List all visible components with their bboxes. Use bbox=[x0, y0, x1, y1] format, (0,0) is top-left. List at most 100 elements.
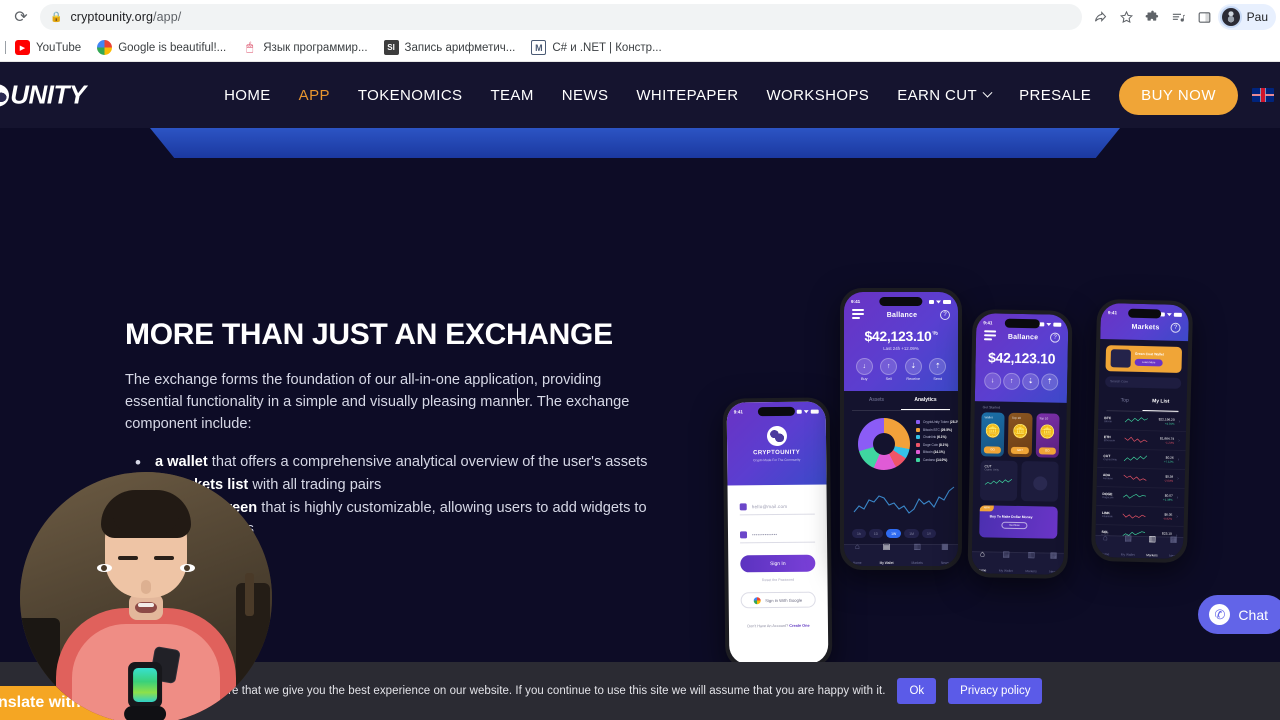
legend-item: CryptoUnity Token (28.2%) bbox=[916, 420, 958, 424]
sign-in-button[interactable]: Sign In bbox=[740, 554, 816, 573]
nav-item-whitepaper[interactable]: WHITEPAPER bbox=[622, 87, 752, 104]
nav-home[interactable]: ⌂ Home bbox=[1101, 533, 1110, 560]
bookmark-star-icon[interactable] bbox=[1114, 4, 1140, 30]
buy-now-button[interactable]: BUY NOW bbox=[1119, 75, 1238, 115]
messenger-chat-widget[interactable]: ✆ Chat bbox=[1198, 595, 1280, 634]
side-panel-icon[interactable] bbox=[1192, 4, 1218, 30]
action-receive[interactable]: ⇣ Receive bbox=[904, 357, 922, 381]
nav-wallet[interactable]: ▤ My Wallet bbox=[1121, 533, 1136, 559]
table-row[interactable]: ETH Ethereum $1,664.74 -1.24% › bbox=[1097, 429, 1186, 451]
nav-item-workshops[interactable]: WORKSHOPS bbox=[752, 87, 883, 104]
nav-item-app[interactable]: APP bbox=[285, 87, 344, 104]
bookmark-youtube[interactable]: ▶ YouTube bbox=[8, 37, 88, 59]
promo-tag: NEW bbox=[979, 504, 994, 512]
card-button[interactable]: GO bbox=[1038, 446, 1056, 455]
action-receive[interactable]: ⇣ bbox=[1022, 372, 1040, 392]
bookmark-arithmetic[interactable]: SI Запись арифметич... bbox=[377, 37, 523, 59]
action-send[interactable]: ⇡ Send bbox=[929, 357, 947, 381]
nav-item-news[interactable]: NEWS bbox=[548, 87, 623, 104]
cookie-ok-button[interactable]: Ok bbox=[897, 678, 937, 704]
home-card[interactable]: Top 10 🪙 GO bbox=[1035, 412, 1060, 458]
tab-top[interactable]: Top bbox=[1107, 391, 1143, 411]
reset-password-link[interactable]: Reset the Password bbox=[728, 577, 827, 582]
table-row[interactable]: ADA Cardano $0.39 -2.04% › bbox=[1096, 467, 1186, 489]
nav-home[interactable]: ⌂ Home bbox=[978, 549, 987, 575]
nav-home[interactable]: ⌂ Home bbox=[853, 542, 862, 567]
help-icon[interactable]: ? bbox=[1049, 332, 1061, 344]
balance-block: $42,123.10% Last 24h +12.09% bbox=[844, 328, 958, 351]
action-buy[interactable]: ↓ Buy bbox=[855, 357, 873, 381]
nav-markets[interactable]: ▥ Markets bbox=[1025, 550, 1037, 575]
create-account-row[interactable]: Don't Have An Account? Create One bbox=[729, 623, 828, 629]
bookmark-google[interactable]: Google is beautiful!... bbox=[90, 37, 233, 59]
widget-empty[interactable] bbox=[1020, 460, 1059, 502]
share-icon[interactable] bbox=[1088, 4, 1114, 30]
table-row[interactable]: LINK Chainlink $6.05 -0.92% › bbox=[1095, 505, 1185, 527]
card-title: Top 10 bbox=[1039, 415, 1049, 421]
news-icon: ▦ bbox=[941, 541, 949, 551]
phone-mockup-login: 9:41 CRYPTOUNITY Crypto Made For The Com… bbox=[722, 397, 833, 669]
range-1w[interactable]: 1W bbox=[886, 529, 902, 538]
uk-flag-icon[interactable] bbox=[1252, 88, 1274, 102]
search-input[interactable]: Search Coin bbox=[1105, 375, 1182, 389]
help-icon[interactable]: ? bbox=[940, 310, 950, 321]
nav-news[interactable]: ▦ News bbox=[1169, 534, 1178, 559]
nav-markets[interactable]: ▥ Markets bbox=[912, 542, 923, 567]
nav-item-tokenomics[interactable]: TOKENOMICS bbox=[344, 87, 477, 104]
profile-chip[interactable]: Pau bbox=[1217, 4, 1276, 30]
widget-cut[interactable]: CUT Crypto Unity bbox=[979, 459, 1018, 501]
bookmark-csharp-net[interactable]: M C# и .NET | Констр... bbox=[524, 37, 668, 59]
range-1d[interactable]: 1D bbox=[868, 529, 884, 538]
nav-news[interactable]: ▦ News bbox=[941, 541, 949, 567]
media-list-icon[interactable] bbox=[1166, 4, 1192, 30]
promo-banner[interactable]: NEW Buy To Make Dollar Money Get Now bbox=[979, 504, 1058, 539]
action-sell[interactable]: ↑ bbox=[1003, 372, 1021, 391]
table-row[interactable]: DOGE Dogecoin $0.07 +1.38% › bbox=[1096, 486, 1185, 508]
chevron-right-icon: › bbox=[1177, 475, 1179, 482]
action-buy[interactable]: ↓ bbox=[984, 371, 1002, 391]
menu-icon[interactable] bbox=[852, 309, 864, 322]
menu-icon[interactable] bbox=[983, 330, 997, 343]
profile-name: Pau bbox=[1246, 10, 1268, 24]
nav-markets[interactable]: ▥ Markets bbox=[1146, 534, 1158, 559]
promo-button[interactable]: Learn More bbox=[1134, 358, 1163, 367]
nav-item-earn-cut[interactable]: EARN CUT bbox=[883, 87, 1005, 104]
promo-button[interactable]: Get Now bbox=[1001, 521, 1028, 529]
email-field[interactable]: hello@mail.com bbox=[739, 502, 815, 516]
signal-icon bbox=[929, 299, 934, 304]
promo-banner[interactable]: Green Coat Wallet Learn More bbox=[1105, 344, 1183, 373]
help-icon[interactable]: ? bbox=[1170, 322, 1181, 334]
range-1y[interactable]: 1Y bbox=[921, 529, 937, 538]
reload-icon[interactable]: ⟳ bbox=[6, 4, 36, 30]
bookmark-language-programming[interactable]: 🖱 Язык программир... bbox=[235, 37, 374, 59]
nav-item-home[interactable]: HOME bbox=[210, 87, 285, 104]
extensions-puzzle-icon[interactable] bbox=[1140, 4, 1166, 30]
card-button[interactable]: GET bbox=[1011, 446, 1029, 454]
privacy-policy-button[interactable]: Privacy policy bbox=[948, 678, 1043, 704]
nav-news[interactable]: ▦ News bbox=[1049, 550, 1057, 575]
home-card[interactable]: Top 10 🪙 GET bbox=[1008, 412, 1033, 457]
range-1m[interactable]: 1M bbox=[904, 529, 919, 538]
tab-assets[interactable]: Assets bbox=[852, 391, 901, 410]
range-1h[interactable]: 1h bbox=[852, 529, 866, 538]
action-send[interactable]: ⇡ bbox=[1041, 372, 1059, 392]
bookmarks-bar: ▶ YouTube Google is beautiful!... 🖱 Язык… bbox=[0, 34, 1280, 62]
action-sell[interactable]: ↑ Sell bbox=[880, 357, 898, 381]
tab-my-list[interactable]: My List bbox=[1142, 391, 1179, 412]
quick-actions: ↓ ↑ ⇣ ⇡ bbox=[975, 365, 1068, 403]
youtube-icon: ▶ bbox=[15, 40, 30, 55]
site-logo[interactable]: PT UNITY bbox=[0, 80, 86, 111]
card-button[interactable]: GO bbox=[983, 445, 1002, 454]
nav-item-presale[interactable]: PRESALE bbox=[1005, 87, 1105, 104]
table-row[interactable]: CUT CryptoUnity $0.26 +7.12% › bbox=[1097, 448, 1186, 470]
home-card[interactable]: Wallet 🪙 GO bbox=[980, 411, 1005, 457]
tab-analytics[interactable]: Analytics bbox=[901, 391, 950, 410]
markets-tabs: Top My List bbox=[1106, 390, 1179, 413]
sign-in-google-button[interactable]: Sign in With Google bbox=[740, 591, 816, 609]
nav-wallet[interactable]: ▤ My Wallet bbox=[999, 549, 1013, 575]
nav-item-team[interactable]: TEAM bbox=[476, 87, 547, 104]
password-field[interactable]: •••••••••••••• bbox=[739, 530, 816, 544]
nav-wallet[interactable]: ▤ My Wallet bbox=[880, 542, 894, 567]
address-bar[interactable]: 🔒 cryptounity.org/app/ bbox=[40, 4, 1082, 30]
table-row[interactable]: BTC Bitcoin $22,196.20 +4.01% › bbox=[1098, 410, 1187, 432]
